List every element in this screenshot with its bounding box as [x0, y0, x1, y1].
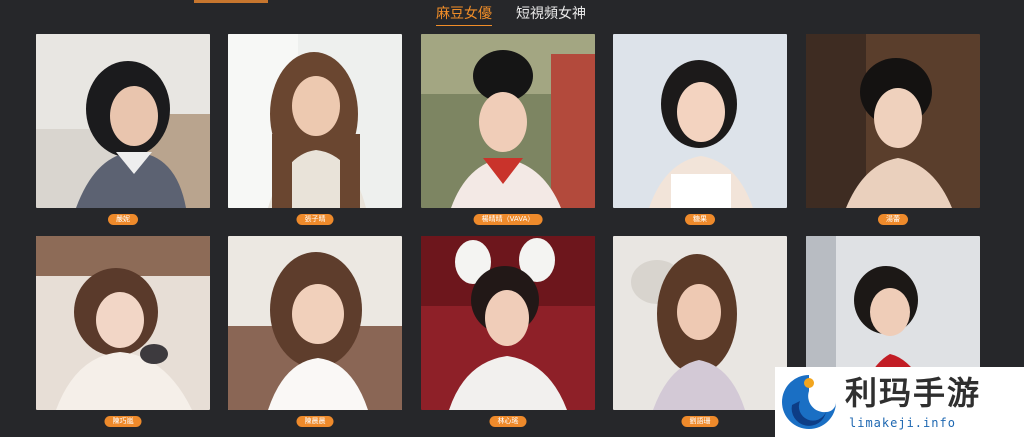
portrait-image: [421, 236, 595, 410]
actress-name-badge[interactable]: 張子晴: [296, 214, 334, 225]
actress-card[interactable]: 陳晨晨: [228, 236, 402, 436]
portrait-image: [36, 34, 210, 208]
actress-card[interactable]: 陳巧嵐: [36, 236, 210, 436]
actress-card[interactable]: 湯蕾: [806, 34, 980, 234]
actress-name-badge[interactable]: 嚴妮: [108, 214, 138, 225]
portrait-image: [806, 34, 980, 208]
actress-name-badge[interactable]: 林心瑤: [489, 416, 527, 427]
actress-name-badge[interactable]: 陳晨晨: [296, 416, 334, 427]
actress-card[interactable]: 張子晴: [228, 34, 402, 234]
portrait-image: [36, 236, 210, 410]
actress-photo[interactable]: [806, 34, 980, 208]
actress-name-badge[interactable]: 陳巧嵐: [104, 416, 142, 427]
watermark-title: 利玛手游: [845, 374, 982, 412]
actress-name-badge[interactable]: 劉語珊: [681, 416, 719, 427]
actress-photo[interactable]: [613, 236, 787, 410]
actress-photo[interactable]: [421, 34, 595, 208]
portrait-image: [228, 236, 402, 410]
actress-name-badge[interactable]: 湯蕾: [878, 214, 908, 225]
actress-name-badge[interactable]: 楊晴晴（VAVA）: [473, 214, 543, 225]
actress-card[interactable]: 嚴妮: [36, 34, 210, 234]
portrait-image: [613, 34, 787, 208]
actress-photo[interactable]: [421, 236, 595, 410]
actress-photo[interactable]: [36, 236, 210, 410]
watermark-url: limakeji.info: [849, 416, 956, 430]
actress-card[interactable]: 劉語珊: [613, 236, 787, 436]
actress-name-badge[interactable]: 糖果: [685, 214, 715, 225]
actress-card[interactable]: 楊晴晴（VAVA）: [421, 34, 595, 234]
actress-card[interactable]: 林心瑤: [421, 236, 595, 436]
swirl-logo-icon: [780, 373, 838, 431]
actress-photo[interactable]: [228, 34, 402, 208]
site-watermark: 利玛手游 limakeji.info: [775, 367, 1024, 437]
actress-photo[interactable]: [228, 236, 402, 410]
actress-photo[interactable]: [36, 34, 210, 208]
actress-card[interactable]: 糖果: [613, 34, 787, 234]
portrait-image: [613, 236, 787, 410]
portrait-image: [228, 34, 402, 208]
portrait-image: [421, 34, 595, 208]
actress-photo[interactable]: [613, 34, 787, 208]
